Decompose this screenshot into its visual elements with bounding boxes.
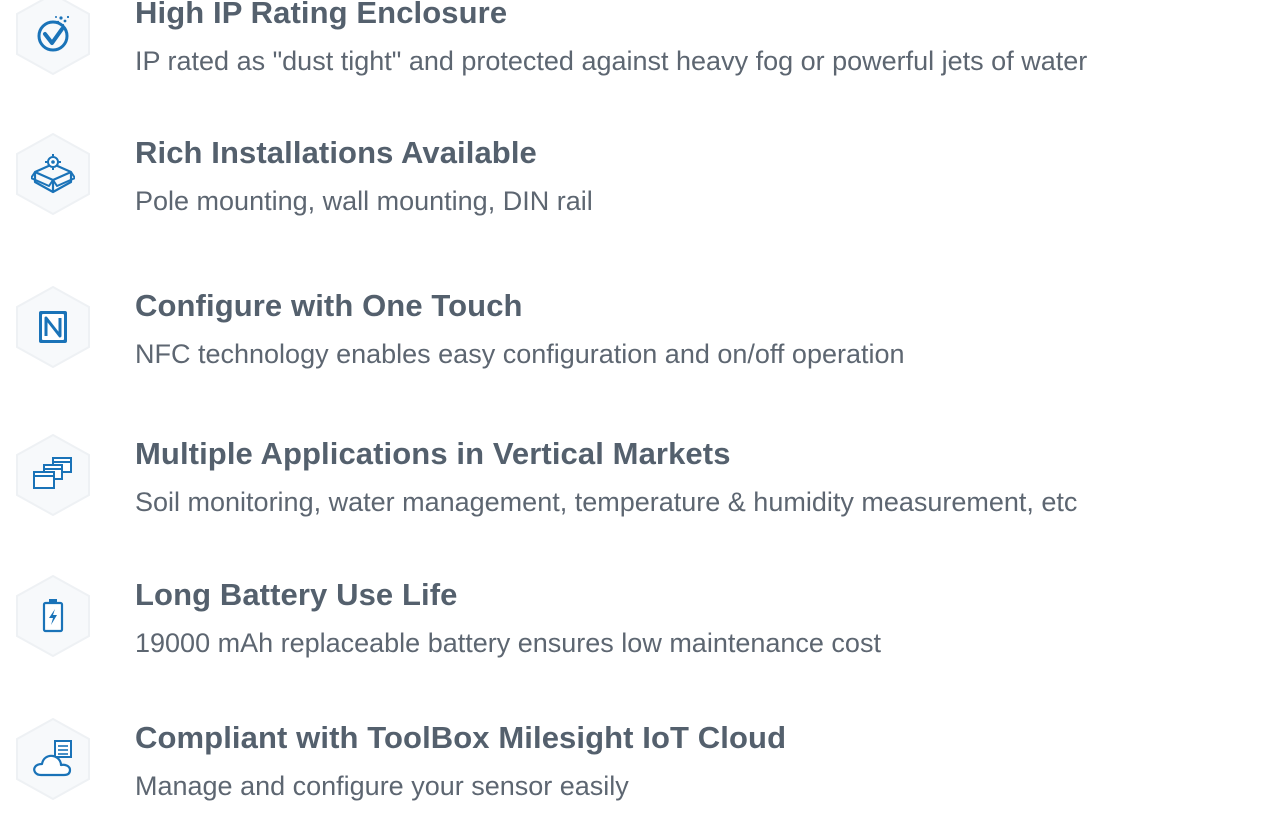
feature-icon-badge [9, 130, 97, 218]
feature-icon-badge [9, 431, 97, 519]
feature-icon-badge [9, 283, 97, 371]
feature-description: Pole mounting, wall mounting, DIN rail [135, 186, 593, 216]
feature-icon-badge [9, 572, 97, 660]
feature-item: Multiple Applications in Vertical Market… [0, 431, 1274, 551]
feature-description: 19000 mAh replaceable battery ensures lo… [135, 628, 881, 658]
feature-icon-badge [9, 0, 97, 78]
waterproof-check-icon [37, 15, 70, 52]
feature-description: Soil monitoring, water management, tempe… [135, 487, 1078, 517]
feature-item: Configure with One Touch NFC technology … [0, 283, 1274, 403]
feature-item: Rich Installations Available Pole mounti… [0, 130, 1274, 250]
feature-title: High IP Rating Enclosure [135, 0, 508, 30]
feature-list: High IP Rating Enclosure IP rated as "du… [0, 0, 1274, 818]
feature-description: IP rated as "dust tight" and protected a… [135, 46, 1088, 76]
feature-description: NFC technology enables easy configuratio… [135, 339, 905, 369]
battery-icon [42, 599, 64, 633]
feature-icon-badge [9, 715, 97, 803]
feature-item: High IP Rating Enclosure IP rated as "du… [0, 0, 1274, 110]
feature-title: Multiple Applications in Vertical Market… [135, 436, 731, 471]
installation-box-icon [31, 154, 75, 194]
cloud-server-icon [33, 740, 72, 777]
feature-title: Rich Installations Available [135, 135, 537, 170]
feature-title: Compliant with ToolBox Milesight IoT Clo… [135, 720, 787, 755]
feature-title: Configure with One Touch [135, 288, 523, 323]
feature-item: Long Battery Use Life 19000 mAh replacea… [0, 572, 1274, 692]
feature-description: Manage and configure your sensor easily [135, 771, 629, 801]
feature-item: Compliant with ToolBox Milesight IoT Clo… [0, 715, 1274, 835]
feature-title: Long Battery Use Life [135, 577, 458, 612]
stacked-windows-icon [33, 457, 72, 489]
nfc-icon [39, 311, 67, 343]
